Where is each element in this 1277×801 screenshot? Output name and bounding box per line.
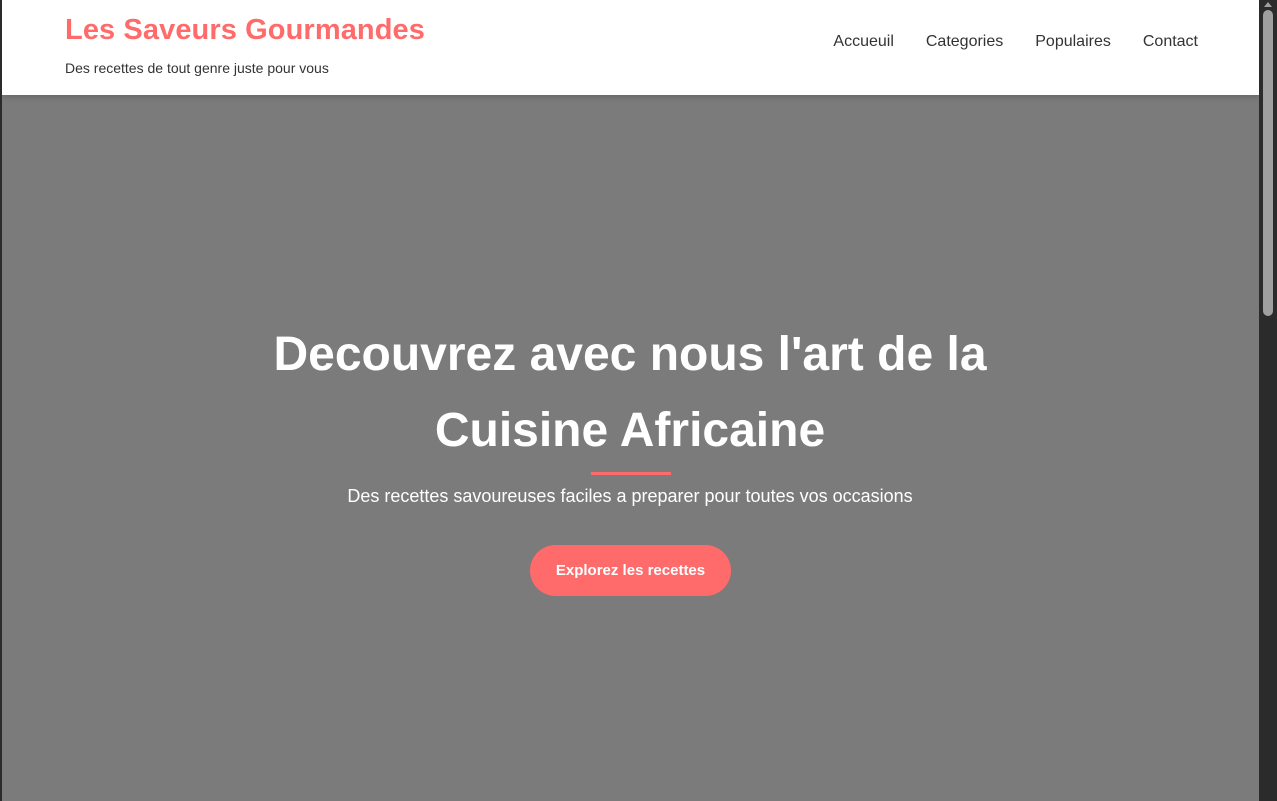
explore-recipes-button[interactable]: Explorez les recettes (530, 545, 731, 596)
brand-title[interactable]: Les Saveurs Gourmandes (65, 14, 425, 47)
site-header: Les Saveurs Gourmandes Des recettes de t… (2, 0, 1259, 95)
brand-tagline: Des recettes de tout genre juste pour vo… (65, 60, 329, 76)
scrollbar-thumb[interactable] (1263, 10, 1273, 316)
nav-link-accueuil[interactable]: Accueuil (833, 33, 893, 51)
scroll-up-arrow-icon[interactable] (1264, 2, 1272, 7)
hero-subtitle: Des recettes savoureuses faciles a prepa… (347, 486, 913, 506)
page-viewport: Les Saveurs Gourmandes Des recettes de t… (2, 0, 1259, 801)
nav-link-contact[interactable]: Contact (1143, 33, 1198, 51)
hero-section: Decouvrez avec nous l'art de la Cuisine … (2, 95, 1259, 801)
hero-divider (591, 472, 671, 475)
hero-title: Decouvrez avec nous l'art de la Cuisine … (273, 328, 987, 457)
main-nav: Accueuil Categories Populaires Contact (833, 33, 1198, 51)
nav-link-categories[interactable]: Categories (926, 33, 1003, 51)
nav-link-populaires[interactable]: Populaires (1035, 33, 1111, 51)
vertical-scrollbar[interactable] (1259, 0, 1277, 801)
